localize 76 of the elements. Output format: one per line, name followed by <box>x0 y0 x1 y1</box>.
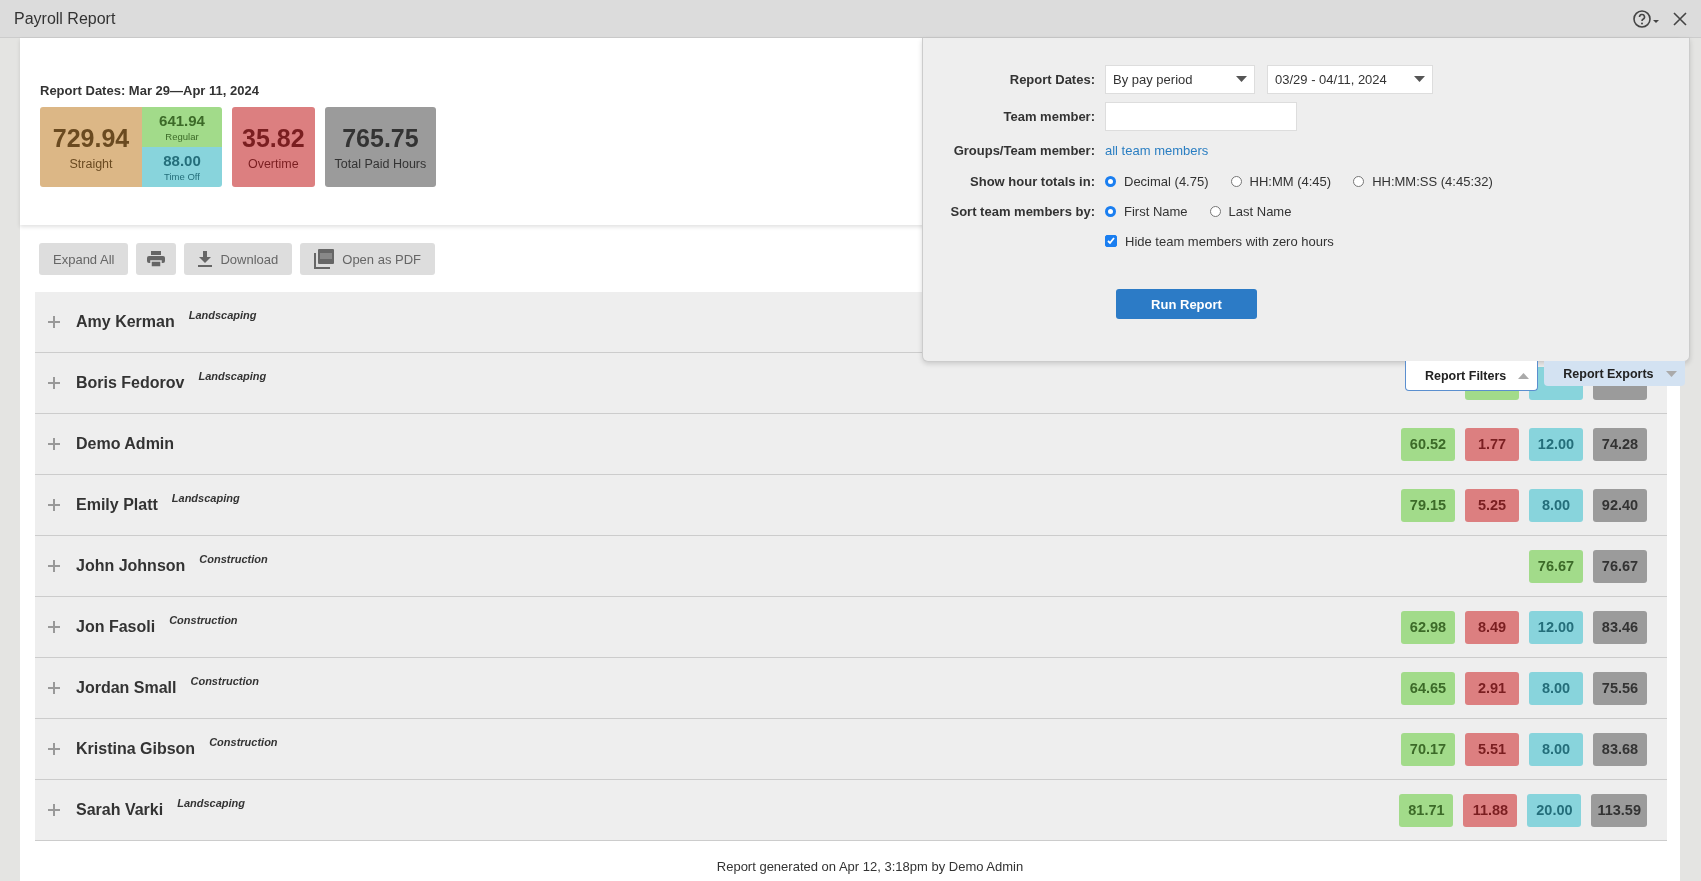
hours-badge: 92.40 <box>1593 488 1647 522</box>
expand-all-button[interactable]: Expand All <box>39 243 129 275</box>
hours-badge: 70.17 <box>1401 732 1455 766</box>
hours-badge: 74.28 <box>1593 427 1647 461</box>
panel-tab[interactable]: Report Exports <box>1544 361 1685 386</box>
tile-label: Total Paid Hours <box>334 156 427 171</box>
tile-value: 35.82 <box>242 123 305 153</box>
team-member-name[interactable]: Demo Admin <box>76 435 175 453</box>
team-member-name[interactable]: Jordan Small <box>76 679 177 697</box>
field-label: Show hour totals in: <box>969 173 1095 189</box>
report-dates: Report Dates: Mar 29—Apr 11, 2024 <box>40 83 259 98</box>
group-name: Landscaping <box>177 797 245 809</box>
tile-label: Time Off <box>164 171 200 182</box>
period-dropdown[interactable]: By pay period <box>1105 64 1255 94</box>
option-label: HH:MM (4:45) <box>1249 173 1332 189</box>
field-label: Report Dates: <box>1008 71 1095 87</box>
hours-badge: 11.88 <box>1463 793 1518 827</box>
hours-badge: 5.25 <box>1465 488 1519 522</box>
hours-badge: 113.59 <box>1591 793 1647 827</box>
hours-badge: 81.71 <box>1399 793 1454 827</box>
team-member-name[interactable]: Amy Kerman <box>76 313 175 331</box>
option-label: HH:MM:SS (4:45:32) <box>1372 173 1493 189</box>
open-pdf-button[interactable]: Open as PDF <box>300 243 436 275</box>
hours-badge: 83.46 <box>1593 610 1647 644</box>
option-label: Hide team members with zero hours <box>1125 233 1334 249</box>
field-label: Sort team members by: <box>949 203 1095 219</box>
group-name: Construction <box>209 736 278 748</box>
group-name: Construction <box>169 614 238 626</box>
hours-badge: 1.77 <box>1465 427 1519 461</box>
download-button[interactable]: Download <box>184 243 293 275</box>
option-label: Last Name <box>1228 203 1292 219</box>
field-label: Groups/Team member: <box>952 143 1095 158</box>
hours-badge: 5.51 <box>1465 732 1519 766</box>
team-member-name[interactable]: Sarah Varki <box>76 801 164 819</box>
team-member-name[interactable]: Emily Platt <box>76 496 158 514</box>
hours-badge: 8.49 <box>1465 610 1519 644</box>
hours-badge: 12.00 <box>1529 610 1583 644</box>
hours-badge: 62.98 <box>1401 610 1455 644</box>
hours-badge: 8.00 <box>1529 732 1583 766</box>
hours-badge: 83.68 <box>1593 732 1647 766</box>
team-member-name[interactable]: John Johnson <box>76 557 186 575</box>
hours-badge: 64.65 <box>1401 671 1455 705</box>
group-name: Construction <box>190 675 259 687</box>
option-label: Decimal (4.75) <box>1124 173 1209 189</box>
tile-label: Regular <box>165 131 199 142</box>
window-title: Payroll Report <box>14 9 117 28</box>
hours-badge: 8.00 <box>1529 671 1583 705</box>
tile-value: 641.94 <box>159 112 205 129</box>
date-range-dropdown[interactable]: 03/29 - 04/11, 2024 <box>1267 64 1433 94</box>
hours-badge: 76.67 <box>1529 549 1583 583</box>
tile-value: 88.00 <box>163 152 201 169</box>
hours-badge: 8.00 <box>1529 488 1583 522</box>
tile-value: 765.75 <box>342 123 419 153</box>
run-report-button[interactable]: Run Report <box>1116 289 1257 319</box>
group-name: Landscaping <box>171 492 240 504</box>
option-label: First Name <box>1124 203 1188 219</box>
group-name: Construction <box>199 553 268 565</box>
hours-badge: 76.67 <box>1593 549 1647 583</box>
tile-value: 729.94 <box>52 123 130 153</box>
hours-badge: 12.00 <box>1529 427 1583 461</box>
hours-badge: 75.56 <box>1593 671 1647 705</box>
panel-tab[interactable]: Report Filters <box>1405 361 1539 391</box>
all-team-members-link[interactable]: all team members <box>1105 143 1209 158</box>
group-name: Landscaping <box>188 309 257 321</box>
hours-badge: 60.52 <box>1401 427 1455 461</box>
tile-label: Overtime <box>247 156 299 171</box>
tile-label: Straight <box>69 156 113 171</box>
hours-badge: 79.15 <box>1401 488 1455 522</box>
report-footer: Report generated on Apr 12, 3:18pm by Demo Admin <box>716 859 1024 874</box>
field-label: Team member: <box>1002 109 1095 124</box>
team-member-name[interactable]: Jon Fasoli <box>76 618 156 636</box>
group-name: Landscaping <box>198 370 267 382</box>
team-member-name[interactable]: Kristina Gibson <box>76 740 196 758</box>
hours-badge: 2.91 <box>1465 671 1519 705</box>
team-member-name[interactable]: Boris Fedorov <box>76 374 185 392</box>
hours-badge: 20.00 <box>1527 793 1582 827</box>
